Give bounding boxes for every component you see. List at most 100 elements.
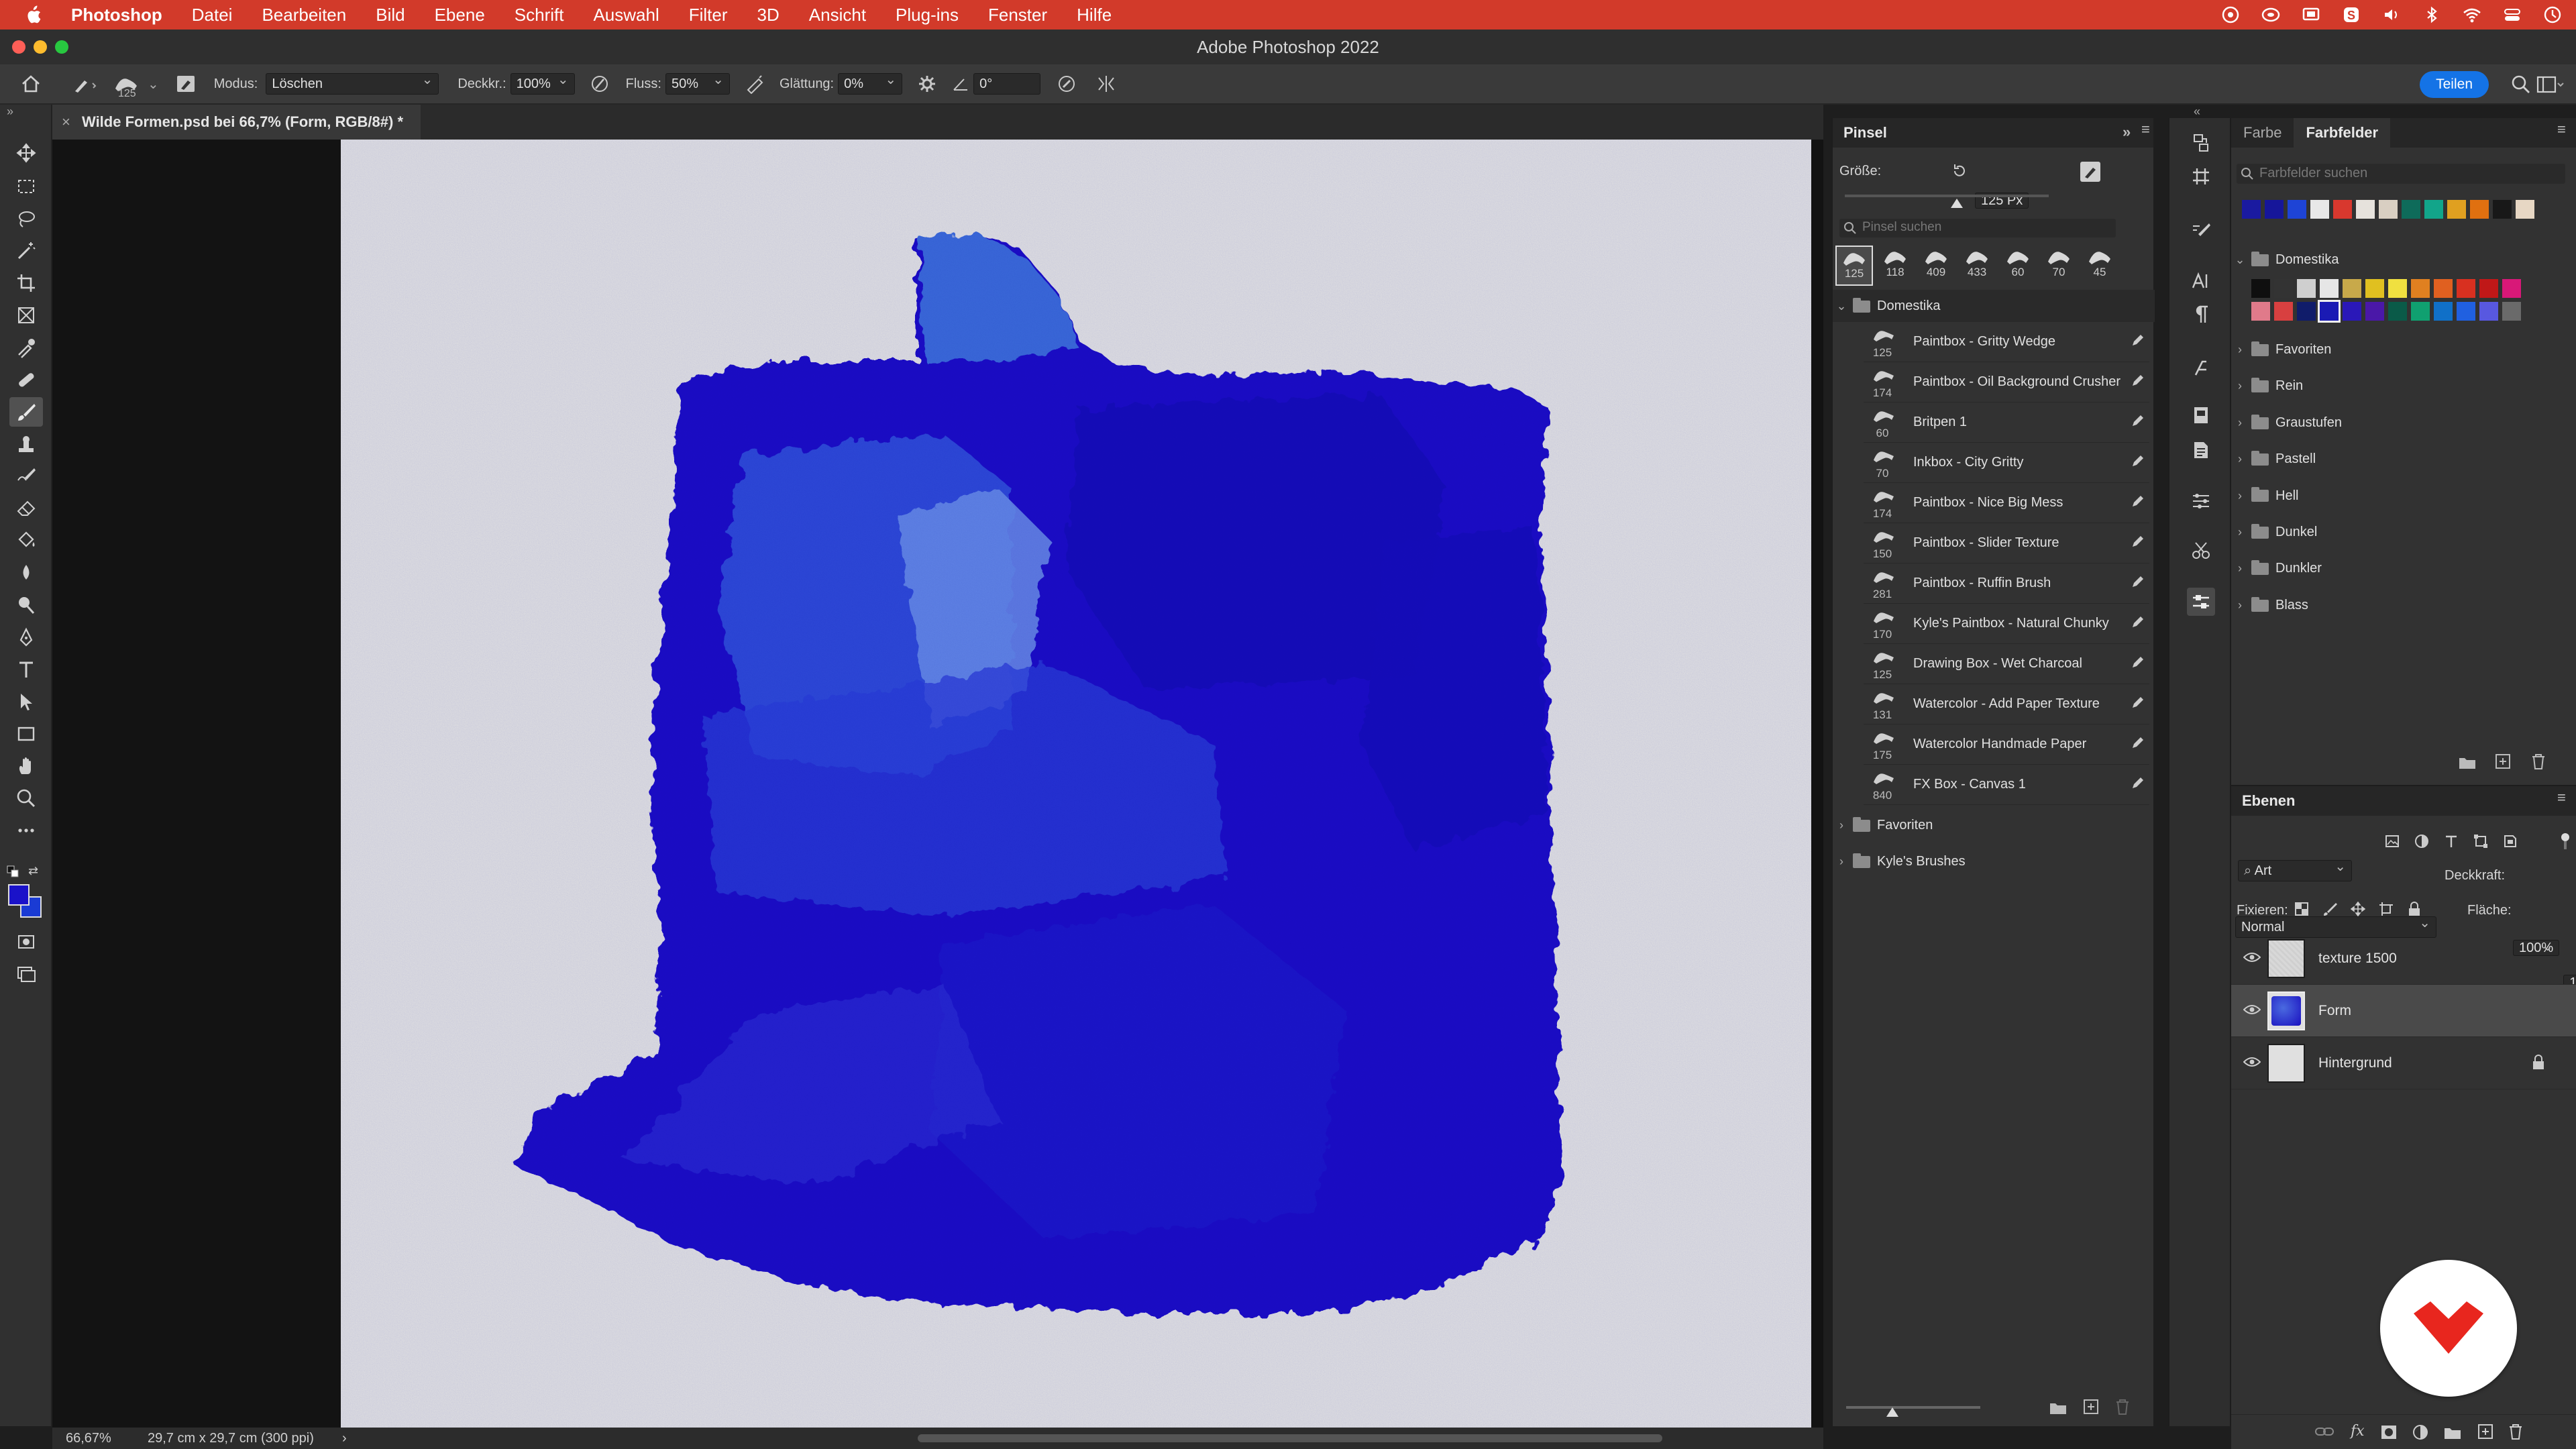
recent-swatch[interactable] [2356,200,2375,219]
pressure-size-icon[interactable] [1057,74,1077,94]
filter-smart-object-icon[interactable] [2502,833,2518,849]
group-swatch[interactable] [2365,279,2384,298]
actions-panel-icon[interactable] [2187,588,2215,616]
chevron-right-icon[interactable]: › [2231,331,2249,368]
home-icon[interactable] [20,74,42,94]
chevron-right-icon[interactable]: › [2231,550,2249,586]
swatch-group-domestika[interactable]: ⌄ Domestika [2231,241,2576,278]
pencil-icon[interactable] [2131,455,2144,468]
layer-name[interactable]: texture 1500 [2318,932,2397,985]
chevron-down-icon[interactable]: ⌄ [1833,290,1850,322]
group-swatch[interactable] [2457,302,2475,321]
history-panel-icon[interactable] [2187,129,2215,157]
new-brush-icon[interactable] [2078,160,2102,184]
layer-row[interactable]: texture 1500 [2231,932,2576,985]
group-swatch[interactable] [2479,279,2498,298]
angle-field[interactable]: 0° [973,73,1041,95]
recent-swatch[interactable] [2288,200,2306,219]
menu-auswahl[interactable]: Auswahl [578,5,674,25]
chevron-right-icon[interactable]: › [2231,441,2249,477]
brush-tool-icon[interactable] [9,397,43,427]
airbrush-icon[interactable] [745,74,766,94]
recent-swatch[interactable] [2447,200,2466,219]
zoom-level[interactable]: 66,67% [66,1428,111,1449]
apple-icon[interactable] [0,5,56,24]
visibility-eye-icon[interactable] [2243,951,2261,963]
tab-farbe[interactable]: Farbe [2231,118,2294,148]
group-swatch[interactable] [2434,279,2453,298]
mode-select[interactable]: Löschen [266,70,439,95]
rectangle-tool-icon[interactable] [9,719,43,749]
lock-pixels-icon[interactable] [2322,902,2337,916]
new-group-icon[interactable] [2458,754,2477,770]
collapse-toolbar-icon[interactable]: » [7,105,13,119]
minimize-window-button[interactable] [34,40,47,54]
control-center-icon[interactable] [2502,5,2522,25]
collapse-icon-strip[interactable]: « [2194,105,2200,119]
pencil-icon[interactable] [2131,696,2144,710]
pencil-icon[interactable] [2131,415,2144,428]
move-tool-icon[interactable] [9,138,43,168]
chevron-right-icon[interactable]: › [2231,405,2249,441]
group-swatch[interactable] [2297,302,2316,321]
trash-icon[interactable] [2508,1423,2524,1440]
more-tools-icon[interactable] [9,816,43,845]
paragraph-panel-icon[interactable] [2187,301,2215,329]
recent-brush-0[interactable]: 125 [1835,246,1873,286]
eyedropper-tool-icon[interactable] [9,333,43,362]
brush-settings-panel-icon[interactable] [2187,217,2215,246]
recent-swatch[interactable] [2310,200,2329,219]
tab-farbfelder[interactable]: Farbfelder [2294,118,2391,148]
menu-ansicht[interactable]: Ansicht [794,5,881,25]
adjustments-panel-icon[interactable] [2187,162,2215,191]
group-swatch[interactable] [2297,279,2316,298]
screen-share-icon[interactable] [2301,5,2321,25]
s-icon[interactable]: S [2341,5,2361,25]
symmetry-icon[interactable] [1095,74,1117,94]
preview-size-slider[interactable] [1846,1406,1980,1409]
character-panel-icon[interactable] [2187,267,2215,295]
close-tab-icon[interactable]: × [62,105,70,140]
brush-item[interactable]: 174 Paintbox - Nice Big Mess [1864,484,2149,523]
notes-panel-icon[interactable] [2187,436,2215,464]
brush-search-field[interactable]: Pinsel suchen [1839,219,2116,237]
menu-datei[interactable]: Datei [177,5,248,25]
chevron-down-icon[interactable]: ⌄ [2231,241,2249,278]
document-tab[interactable]: × Wilde Formen.psd bei 66,7% (Form, RGB/… [52,105,421,140]
creative-cloud-icon[interactable] [2220,5,2241,25]
new-swatch-icon[interactable] [2494,753,2512,770]
pen-tool-icon[interactable] [9,623,43,652]
pencil-icon[interactable] [2131,737,2144,750]
preview-size-thumb[interactable] [1886,1407,1898,1417]
menu-bearbeiten[interactable]: Bearbeiten [247,5,361,25]
panel-menu-icon[interactable]: ≡ [2557,789,2566,806]
recent-swatch[interactable] [2333,200,2352,219]
crop-tool-icon[interactable] [9,268,43,298]
frame-tool-icon[interactable] [9,301,43,330]
group-swatch[interactable] [2365,302,2384,321]
clone-stamp-tool-icon[interactable] [9,429,43,459]
layer-thumbnail[interactable] [2267,1044,2305,1083]
menu-fenster[interactable]: Fenster [973,5,1062,25]
menu-plugins[interactable]: Plug-ins [881,5,973,25]
layers-panel-title[interactable]: Ebenen [2242,792,2295,810]
swatch-folder[interactable]: › Blass [2231,587,2576,623]
menu-ebene[interactable]: Ebene [420,5,500,25]
brush-item[interactable]: 281 Paintbox - Ruffin Brush [1864,565,2149,604]
pencil-icon[interactable] [2131,576,2144,589]
brush-item[interactable]: 70 Inkbox - City Gritty [1864,444,2149,483]
layer-thumbnail[interactable] [2267,991,2305,1030]
group-swatch[interactable] [2343,302,2361,321]
new-group-icon[interactable] [2049,1399,2068,1415]
pencil-icon[interactable] [2131,777,2144,790]
link-layers-icon[interactable] [2314,1424,2334,1439]
chevron-right-icon[interactable]: › [2231,368,2249,404]
screen-mode-icon[interactable] [9,959,43,989]
recent-brush-6[interactable]: 45 [2081,246,2118,286]
healing-brush-tool-icon[interactable] [9,365,43,394]
size-slider-thumb[interactable] [1951,199,1964,208]
layer-row[interactable]: Hintergrund [2231,1037,2576,1089]
flow-field[interactable]: 50% [665,70,730,95]
filter-toggle-icon[interactable] [2559,832,2572,851]
recent-brush-4[interactable]: 60 [1999,246,2037,286]
